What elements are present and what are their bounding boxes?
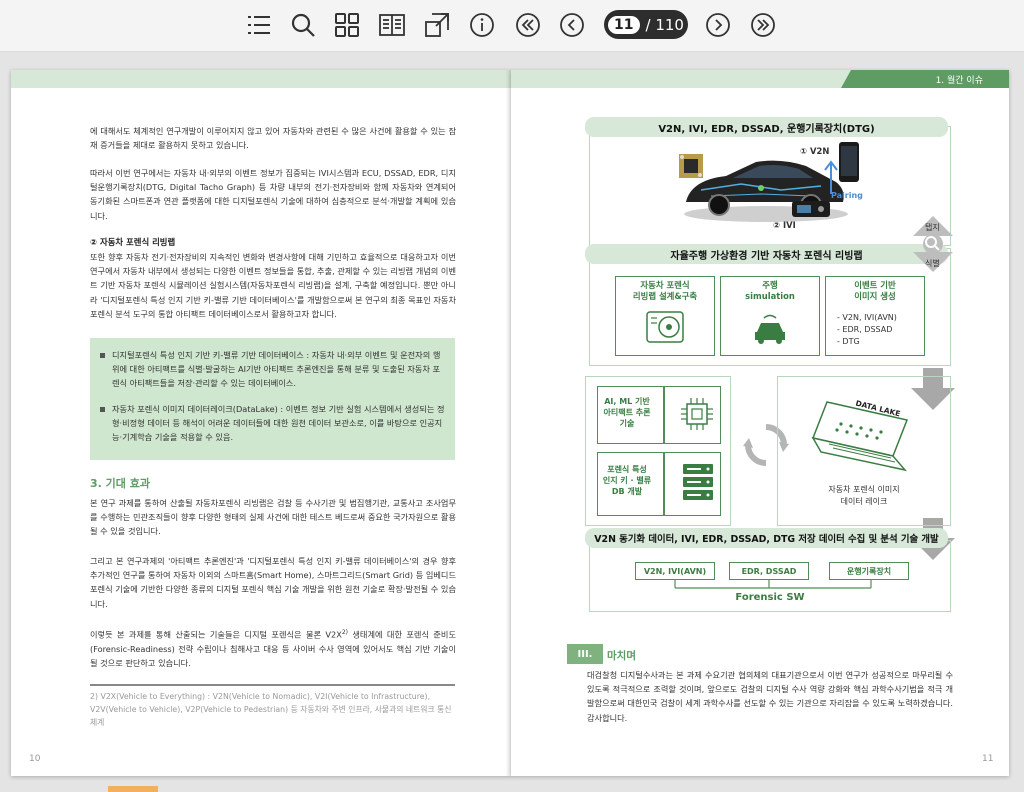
chip-label: V2N, IVI(AVN)	[643, 566, 707, 576]
chip-icon	[681, 398, 713, 430]
bullet-icon	[100, 407, 105, 412]
diagram-title: 자율주행 가상환경 기반 자동차 포렌식 리빙랩	[585, 244, 948, 264]
progress-marker	[108, 786, 158, 792]
chip-box: 운행기록장치	[829, 562, 909, 580]
paragraph: 에 대해서도 체계적인 연구개발이 이루어지지 않고 있어 자동차와 관련된 수…	[90, 126, 456, 151]
chip-box: EDR, DSSAD	[729, 562, 809, 580]
label-v2n: ① V2N	[800, 146, 830, 156]
zoom-widget[interactable]: 탭지 식별	[909, 214, 957, 274]
grid-icon[interactable]	[330, 8, 364, 42]
fullscreen-icon[interactable]	[420, 8, 454, 42]
paragraph-part: 이렇듯 본 과제를 통해 산출되는 기술들은 디지털 포렌식은 물론 V2X	[90, 629, 342, 640]
bullet-item: 자동차 포렌식 이미지 데이터레이크(DataLake) : 이벤트 정보 기반…	[100, 402, 446, 445]
footnote: 2) V2X(Vehicle to Everything) : V2N(Vehi…	[90, 692, 452, 727]
bullet-text: 자동차 포렌식 이미지 데이터레이크(DataLake) : 이벤트 정보 기반…	[112, 404, 445, 443]
page-indicator[interactable]: 11 / 110	[604, 10, 688, 39]
bullet-text: 디지털포렌식 특성 인지 기반 키-밸류 기반 데이터베이스 : 자동차 내·외…	[112, 350, 441, 389]
chapter-tab: 1. 월간 이슈	[841, 70, 1009, 88]
page-number: 11	[982, 754, 994, 764]
datalake-caption: 자동차 포렌식 이미지 데이터 레이크	[828, 485, 900, 506]
chip-label: EDR, DSSAD	[741, 566, 797, 576]
event-image-caption: 이벤트 기반 이미지 생성	[854, 280, 896, 301]
car-signal-icon	[755, 314, 785, 344]
event-list-item: - EDR, DSSAD	[837, 325, 893, 334]
paragraph: 본 연구 과제를 통하여 산출될 자동차포렌식 리빙랩은 검찰 등 수사기관 및…	[90, 498, 456, 537]
last-page-icon[interactable]	[746, 8, 780, 42]
paragraph: 또한 향후 자동차 전기·전자장비의 지속적인 변화와 변경사항에 대해 기민하…	[90, 252, 456, 319]
steering-wheel-icon	[646, 311, 684, 343]
paragraph: 그리고 본 연구과제의 '아티팩트 추론엔진'과 '디지털포렌식 특성 인지 키…	[90, 556, 456, 609]
bullet-item: 디지털포렌식 특성 인지 기반 키-밸류 기반 데이터베이스 : 자동차 내·외…	[100, 348, 446, 391]
first-page-icon[interactable]	[511, 8, 545, 42]
section-number: III.	[567, 644, 603, 664]
section-title: 마치며	[607, 650, 636, 662]
list-icon[interactable]	[242, 8, 276, 42]
database-server-icon	[683, 464, 713, 500]
paragraph: 따라서 이번 연구에서는 자동차 내·외부의 이벤트 정보가 집중되는 IVI시…	[90, 168, 456, 221]
page-number: 10	[29, 754, 41, 764]
simulation-caption: 주행 simulation	[745, 280, 795, 301]
page-header-band	[11, 70, 511, 88]
forensic-sw-label: Forensic SW	[735, 592, 805, 603]
next-page-icon[interactable]	[701, 8, 735, 42]
livinglab-caption: 자동차 포렌식 리빙랩 설계&구축	[632, 280, 698, 301]
left-page: 에 대해서도 체계적인 연구개발이 이루어지지 않고 있어 자동차와 관련된 수…	[11, 70, 511, 776]
paragraph: 이렇듯 본 과제를 통해 산출되는 기술들은 디지털 포렌식은 물론 V2X2)…	[90, 626, 456, 670]
viewer-toolbar: 11 / 110	[0, 0, 1024, 52]
chip-label: 운행기록장치	[846, 566, 892, 576]
prev-page-icon[interactable]	[555, 8, 589, 42]
event-list-item: - DTG	[837, 337, 860, 346]
zoom-label-top: 탭지	[925, 223, 940, 232]
total-pages: / 110	[645, 15, 684, 34]
event-list-item: - V2N, IVI(AVN)	[837, 313, 897, 322]
info-icon[interactable]	[465, 8, 499, 42]
chip-box: V2N, IVI(AVN)	[635, 562, 715, 580]
paragraph: 대검찰청 디지털수사과는 본 과제 수요기관 협의체의 대표기관으로서 이번 연…	[587, 670, 953, 723]
ai-caption: AI, ML 기반 아티팩트 추론 기술	[603, 397, 651, 428]
label-pairing: Pairing	[831, 191, 863, 200]
footnote-divider	[90, 684, 455, 686]
ecu-board-icon	[679, 154, 703, 178]
search-icon[interactable]	[286, 8, 320, 42]
diagram-title: V2N 동기화 데이터, IVI, EDR, DSSAD, DTG 저장 데이터…	[585, 528, 948, 548]
db-caption: 포렌식 특성 인지 키 · 밸류 DB 개발	[602, 465, 652, 496]
bullet-icon	[100, 353, 105, 358]
book-icon[interactable]	[375, 8, 409, 42]
right-page: 1. 월간 이슈 V2N, IVI, EDR, DSSAD, 운행기록장치(DT…	[511, 70, 1009, 776]
zoom-label-bottom: 식별	[925, 259, 940, 268]
diagram-title: V2N, IVI, EDR, DSSAD, 운행기록장치(DTG)	[585, 117, 948, 137]
current-page[interactable]: 11	[608, 15, 640, 34]
subheading: ② 자동차 포렌식 리빙랩	[90, 237, 176, 247]
label-ivi: ② IVI	[773, 220, 796, 230]
section-title: 3. 기대 효과	[90, 477, 150, 490]
dtg-device-icon	[792, 201, 830, 217]
